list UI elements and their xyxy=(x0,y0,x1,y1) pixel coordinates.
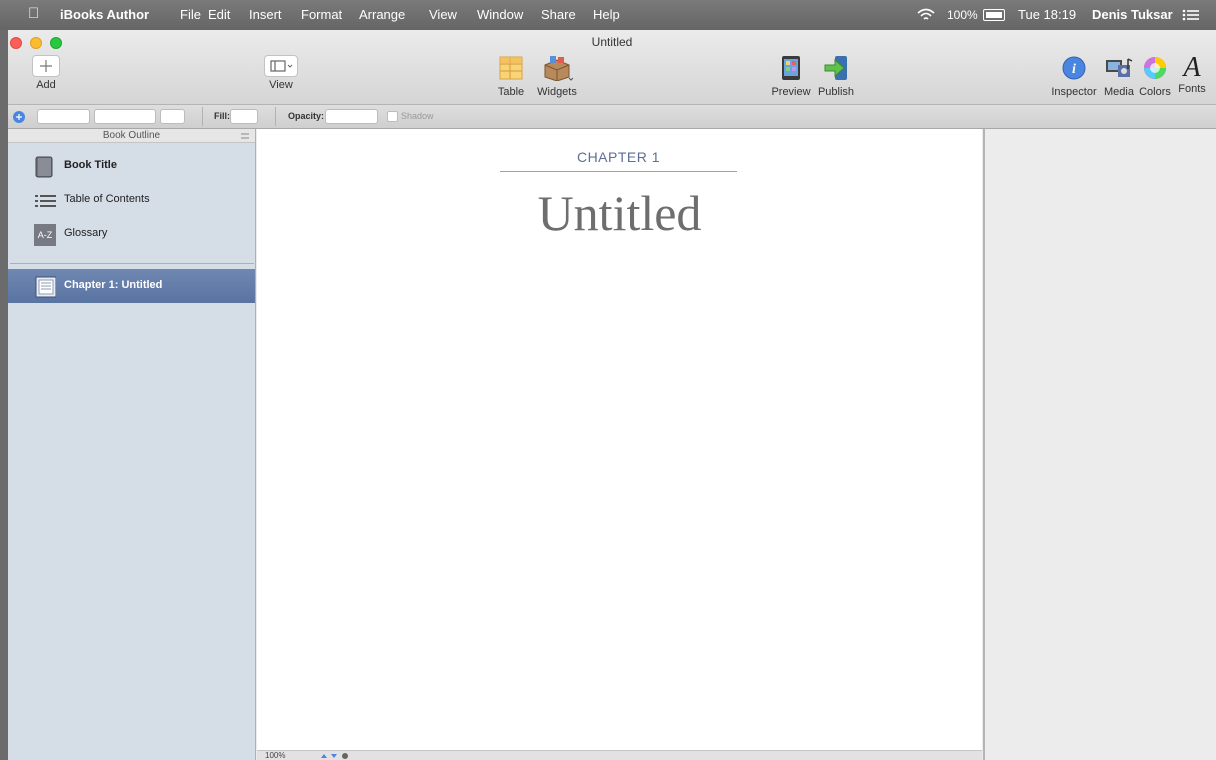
publish-arrow-icon xyxy=(824,56,847,80)
paragraph-style-select[interactable] xyxy=(37,109,90,124)
style-drawer-icon[interactable] xyxy=(12,110,26,124)
publish-button[interactable]: Publish xyxy=(816,55,856,98)
format-bar: Fill: Opacity: Shadow xyxy=(8,105,1216,129)
colors-label: Colors xyxy=(1139,86,1171,98)
right-pane xyxy=(983,129,1216,760)
divider xyxy=(275,107,276,126)
menu-share[interactable]: Share xyxy=(541,7,576,22)
shadow-checkbox[interactable] xyxy=(387,111,398,122)
svg-text:i: i xyxy=(1072,62,1076,77)
list-icon xyxy=(35,195,56,207)
media-browser-icon xyxy=(1106,58,1133,77)
widgets-label: Widgets xyxy=(537,86,577,98)
notification-center-icon[interactable] xyxy=(1182,9,1200,21)
view-layout-icon xyxy=(264,55,298,77)
add-label: Add xyxy=(36,79,56,91)
title-bar: Untitled Add View Table Widgets Preview … xyxy=(8,30,1216,105)
view-button[interactable]: View xyxy=(261,55,301,91)
sidebar-item-table-of-contents[interactable]: Table of Contents xyxy=(8,183,255,217)
sidebar-item-label: Table of Contents xyxy=(64,193,150,205)
app-window: Untitled Add View Table Widgets Preview … xyxy=(8,30,1216,760)
window-title: Untitled xyxy=(591,35,633,49)
widgets-button[interactable]: Widgets xyxy=(534,55,580,98)
info-icon: i xyxy=(1062,56,1086,80)
sidebar-item-label: Chapter 1: Untitled xyxy=(64,279,163,291)
inspector-button[interactable]: i Inspector xyxy=(1050,55,1098,98)
sidebar-item-book-title[interactable]: Book Title xyxy=(8,149,255,183)
opacity-select[interactable] xyxy=(325,109,378,124)
publish-label: Publish xyxy=(817,86,855,98)
table-icon xyxy=(499,56,523,80)
menu-app-name[interactable]: iBooks Author xyxy=(60,7,149,22)
book-outline-sidebar: Book Outline Book Title Table of Content… xyxy=(8,129,256,760)
resize-handle-icon[interactable] xyxy=(241,133,249,139)
menu-edit[interactable]: Edit xyxy=(208,7,230,22)
media-button[interactable]: Media xyxy=(1102,55,1136,98)
table-label: Table xyxy=(497,86,525,98)
apple-menu-icon[interactable]:  xyxy=(28,5,39,22)
divider xyxy=(202,107,203,126)
view-label: View xyxy=(269,79,293,91)
fill-color-well[interactable] xyxy=(230,109,258,124)
widgets-box-icon xyxy=(544,56,574,82)
clock[interactable]: Tue 18:19 xyxy=(1018,7,1076,22)
sidebar-divider xyxy=(10,263,254,264)
wifi-icon[interactable] xyxy=(917,8,935,22)
sidebar-item-label: Glossary xyxy=(64,227,108,239)
colors-button[interactable]: Colors xyxy=(1137,55,1173,98)
chapter-title[interactable]: Untitled xyxy=(257,184,982,242)
chapter-label[interactable]: CHAPTER 1 xyxy=(500,149,737,165)
menu-file[interactable]: File xyxy=(180,7,201,22)
sidebar-item-chapter-1[interactable]: Chapter 1: Untitled xyxy=(8,269,255,303)
style-swatch[interactable] xyxy=(160,109,185,124)
menu-bar:  iBooks Author File Edit Insert Format … xyxy=(0,0,1216,30)
page-navigation-icon[interactable] xyxy=(319,752,359,760)
chapter-rule xyxy=(500,171,737,172)
media-label: Media xyxy=(1104,86,1134,98)
canvas-bottom-bar: 100% xyxy=(257,750,982,760)
table-button[interactable]: Table xyxy=(496,55,526,98)
menu-insert[interactable]: Insert xyxy=(249,7,282,22)
menu-window[interactable]: Window xyxy=(477,7,523,22)
plus-icon xyxy=(32,55,60,77)
shadow-label: Shadow xyxy=(401,111,434,121)
sidebar-item-glossary[interactable]: A-Z Glossary xyxy=(8,217,255,251)
book-icon xyxy=(35,156,53,178)
glossary-icon: A-Z xyxy=(34,224,56,246)
character-style-select[interactable] xyxy=(94,109,156,124)
book-outline-title: Book Outline xyxy=(102,130,161,141)
zoom-level[interactable]: 100% xyxy=(265,751,285,760)
battery-percent: 100% xyxy=(947,8,978,22)
inspector-label: Inspector xyxy=(1051,86,1097,98)
fonts-button[interactable]: A Fonts xyxy=(1176,52,1208,96)
opacity-label: Opacity: xyxy=(288,111,325,121)
battery-icon[interactable] xyxy=(983,9,1005,21)
ipad-preview-icon xyxy=(782,56,800,80)
fill-label: Fill: xyxy=(214,111,230,121)
menu-arrange[interactable]: Arrange xyxy=(359,7,405,22)
fonts-label: Fonts xyxy=(1178,83,1206,95)
chapter-page-icon xyxy=(35,276,56,298)
sidebar-item-label: Book Title xyxy=(64,159,117,171)
book-outline-header: Book Outline xyxy=(8,129,255,143)
preview-label: Preview xyxy=(771,86,811,98)
color-wheel-icon xyxy=(1144,57,1166,79)
fonts-icon: A xyxy=(1183,52,1201,83)
document-canvas[interactable]: CHAPTER 1 Untitled xyxy=(257,129,982,750)
menu-help[interactable]: Help xyxy=(593,7,620,22)
user-name[interactable]: Denis Tuksar xyxy=(1092,7,1173,22)
add-button[interactable]: Add xyxy=(26,55,66,91)
menu-format[interactable]: Format xyxy=(301,7,342,22)
menu-view[interactable]: View xyxy=(429,7,457,22)
preview-button[interactable]: Preview xyxy=(771,55,811,98)
